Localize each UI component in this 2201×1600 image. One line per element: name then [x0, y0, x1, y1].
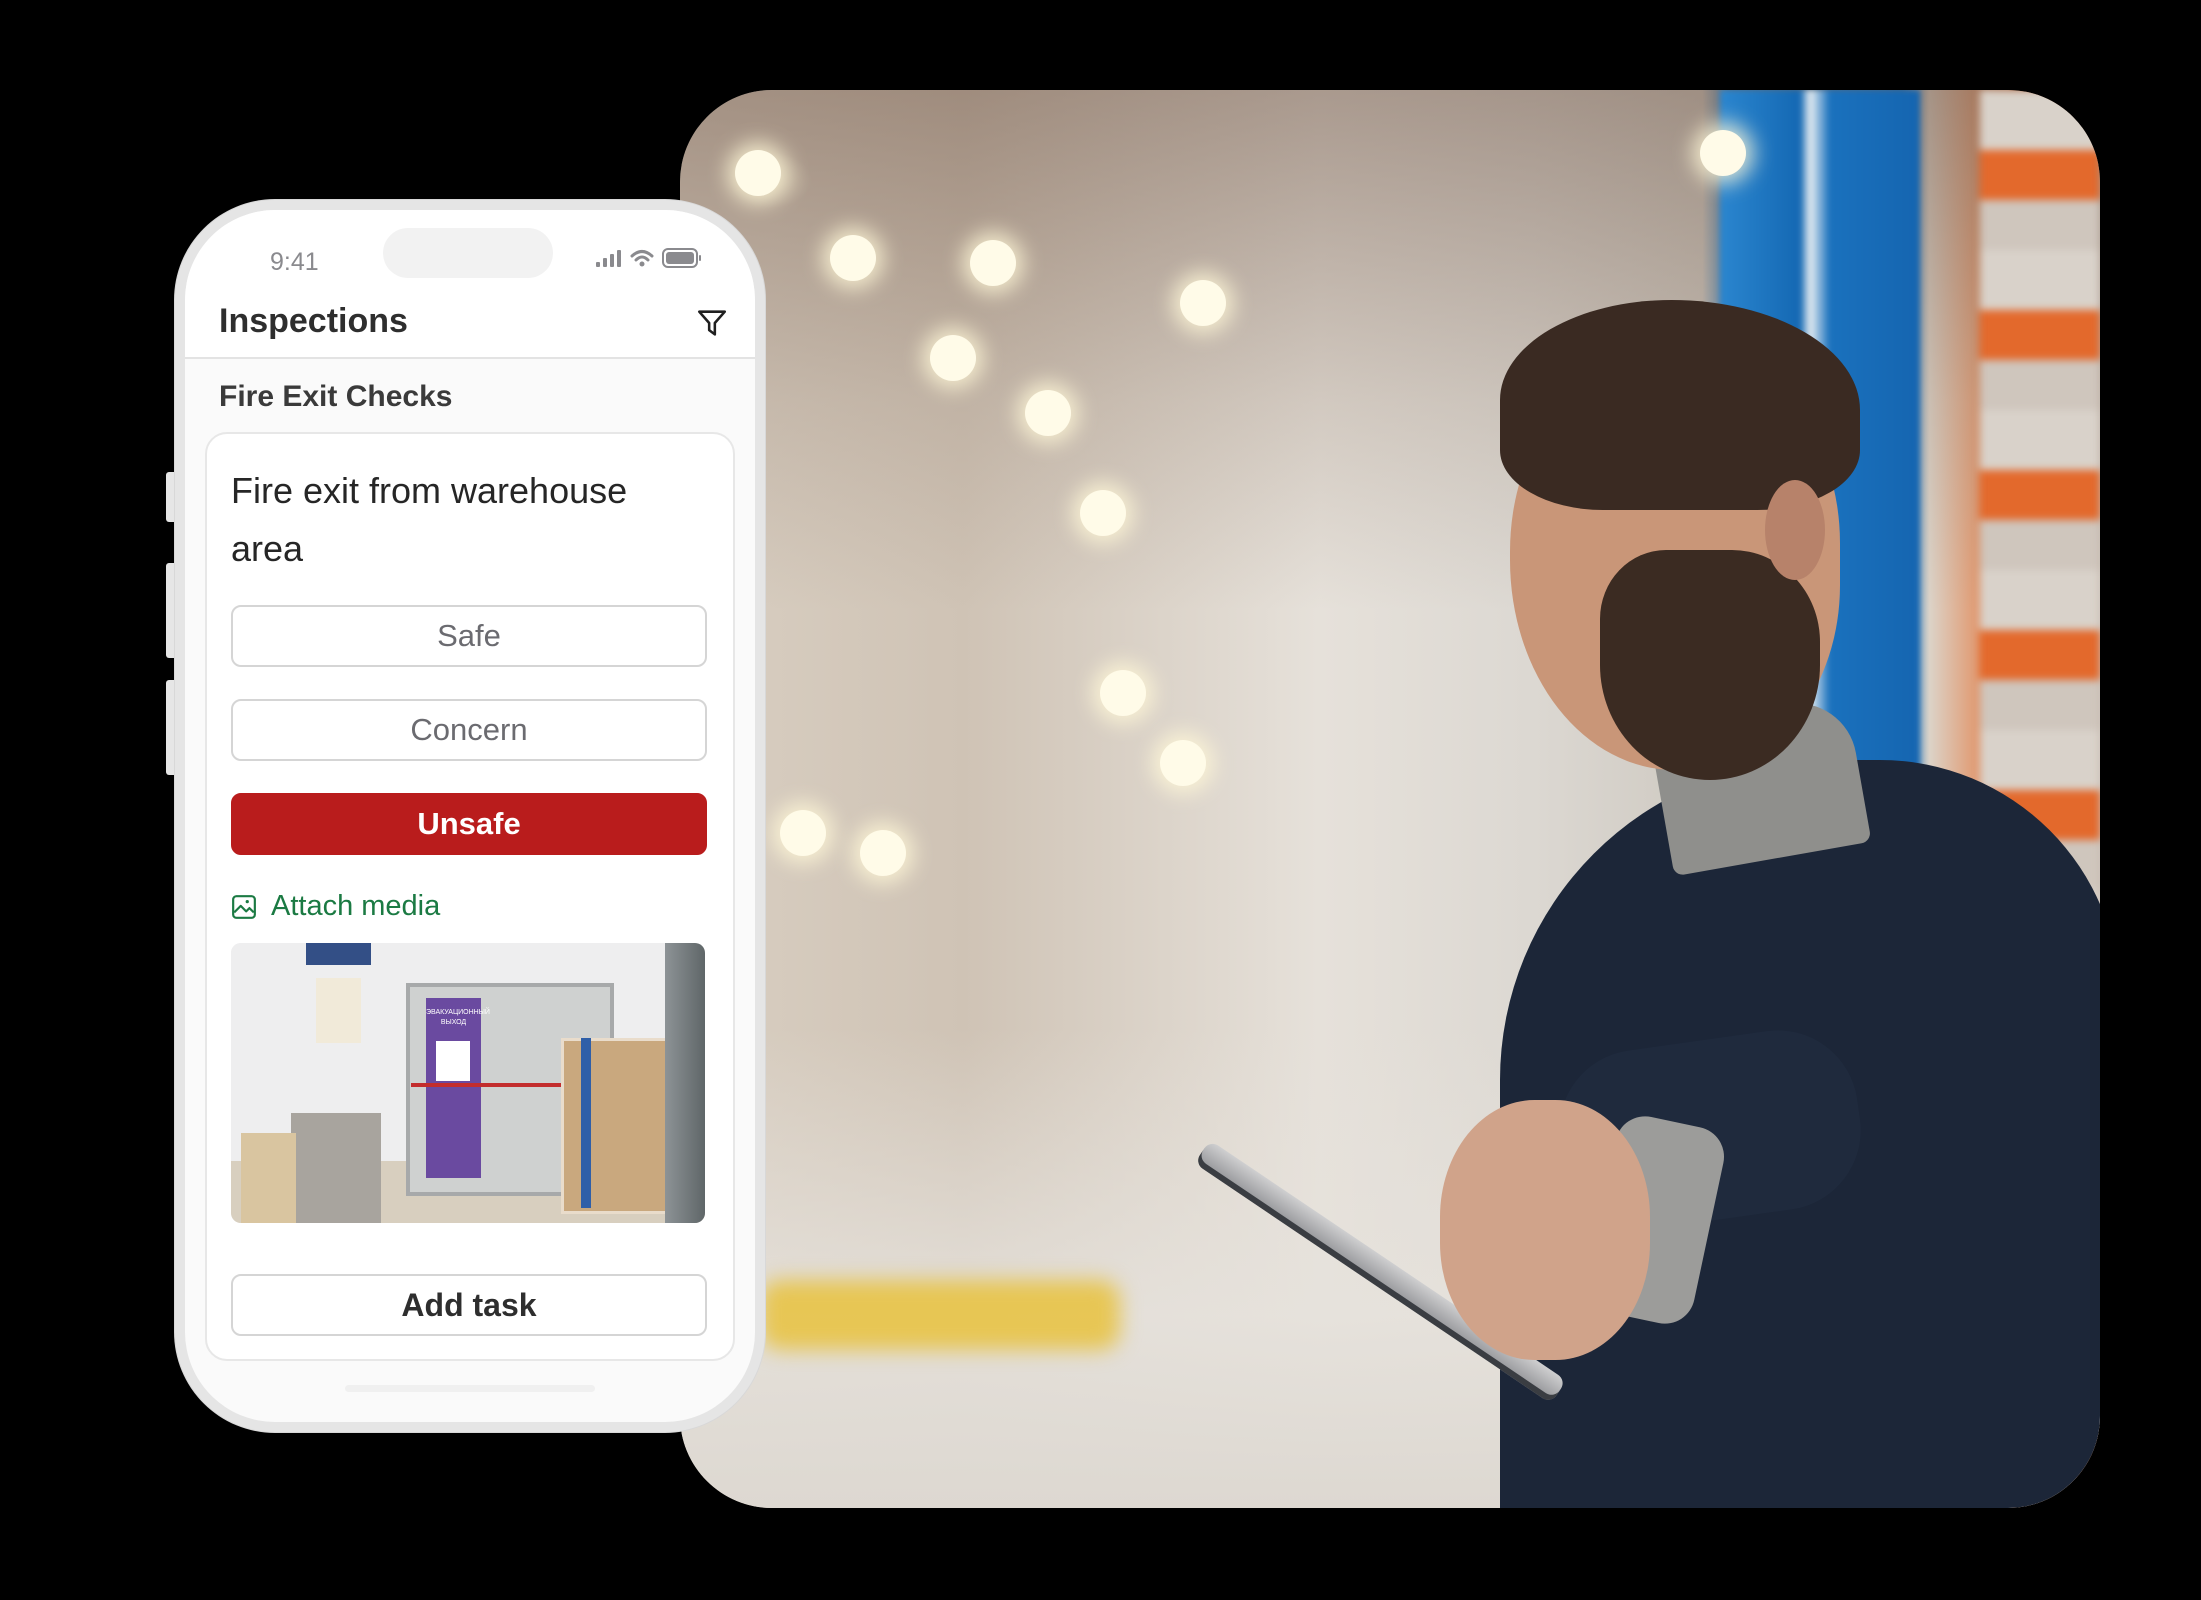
ear: [1765, 480, 1825, 580]
inspection-card: Fire exit from warehouse area Safe Conce…: [205, 432, 735, 1361]
yellow-forklift-blur: [760, 1280, 1120, 1350]
photo-desk: [291, 1113, 381, 1223]
status-bar: 9:41: [185, 210, 755, 290]
photo-evacuation-plan: [316, 978, 361, 1043]
ceiling-light: [1080, 490, 1126, 536]
ceiling-light: [860, 830, 906, 876]
filter-icon[interactable]: [695, 306, 729, 340]
attached-photo[interactable]: ЭВАКУАЦИОННЫЙ ВЫХОД: [231, 943, 705, 1223]
ceiling-light: [780, 810, 826, 856]
inspection-item-title: Fire exit from warehouse area: [231, 470, 628, 569]
status-icons: [596, 248, 702, 268]
concern-button[interactable]: Concern: [231, 699, 707, 761]
attach-media-link[interactable]: Attach media: [231, 890, 440, 923]
photo-box-stripe: [581, 1038, 591, 1208]
photo-shelf: [665, 943, 705, 1223]
phone-mockup: 9:41 Inspections Fire Exit Checks Fire e…: [175, 200, 765, 1432]
add-task-button[interactable]: Add task: [231, 1274, 707, 1336]
status-time: 9:41: [270, 248, 319, 276]
man-with-tablet: [1194, 240, 2100, 1508]
page-title: Inspections: [219, 302, 408, 340]
attach-media-label: Attach media: [271, 890, 441, 922]
ceiling-light: [1025, 390, 1071, 436]
wifi-icon: [630, 250, 654, 267]
ceiling-light: [1700, 130, 1746, 176]
home-indicator[interactable]: [345, 1385, 595, 1392]
ceiling-light: [735, 150, 781, 196]
section-title: Fire Exit Checks: [219, 380, 453, 413]
ceiling-light: [1160, 740, 1206, 786]
dynamic-island: [383, 228, 553, 278]
beard: [1600, 550, 1820, 780]
ceiling-light: [970, 240, 1016, 286]
safe-button[interactable]: Safe: [231, 605, 707, 667]
photo-exit-sign: ЭВАКУАЦИОННЫЙ ВЫХОД: [426, 998, 490, 1178]
battery-icon: [662, 248, 701, 268]
image-icon: [232, 894, 256, 919]
unsafe-button[interactable]: Unsafe: [231, 793, 707, 855]
app-header: Inspections: [185, 290, 755, 359]
warehouse-photo: [680, 90, 2100, 1508]
ceiling-light: [930, 335, 976, 381]
ceiling-light: [1100, 670, 1146, 716]
cellular-signal-icon: [596, 250, 621, 267]
photo-drawers: [241, 1133, 296, 1223]
phone-screen: 9:41 Inspections Fire Exit Checks Fire e…: [185, 210, 755, 1422]
running-man-icon: [436, 1041, 470, 1081]
hand: [1440, 1100, 1650, 1360]
photo-direction-sign: [306, 943, 371, 965]
ceiling-light: [830, 235, 876, 281]
hair: [1500, 300, 1860, 510]
